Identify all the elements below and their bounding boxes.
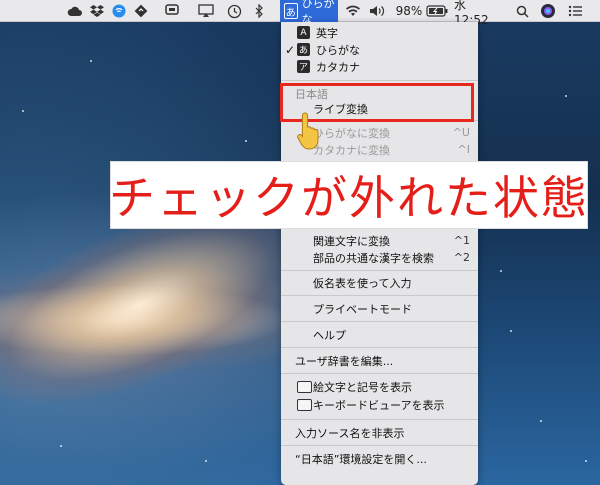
menu-item-eiji[interactable]: A 英字 (281, 24, 478, 41)
hiragana-input-icon: あ (297, 43, 310, 56)
menu-item-kana-table[interactable]: 仮名表を使って入力 (281, 274, 478, 291)
menu-separator (281, 295, 478, 296)
menu-item-show-keyboard-viewer[interactable]: キーボードビューアを表示 (281, 396, 478, 413)
menu-item-label: ひらがな (316, 43, 360, 57)
input-method-menu[interactable]: あ ひらがな (280, 0, 338, 26)
pointing-hand-icon (296, 111, 320, 155)
siri-icon[interactable] (539, 0, 557, 22)
menu-separator (281, 347, 478, 348)
alphabet-input-icon: A (297, 26, 310, 39)
menu-item-label: ユーザ辞書を編集... (295, 354, 394, 368)
star (500, 270, 502, 272)
annotation-text: チェックが外れた状態 (109, 171, 589, 225)
menu-item-katakana[interactable]: ア カタカナ (281, 58, 478, 75)
shortcut: ^2 (453, 251, 470, 264)
menu-item-open-preferences[interactable]: “日本語”環境設定を開く... (281, 450, 478, 467)
menu-item-label: プライベートモード (313, 302, 412, 316)
menu-item-show-emoji[interactable]: 絵文字と記号を表示 (281, 378, 478, 395)
volume-icon[interactable] (368, 0, 388, 22)
star (90, 60, 92, 62)
diamond-icon[interactable] (132, 0, 150, 22)
menu-separator (281, 373, 478, 374)
battery-icon[interactable] (426, 0, 448, 22)
cloud-icon[interactable] (66, 0, 84, 22)
menu-item-label: 絵文字と記号を表示 (313, 380, 412, 394)
star (510, 330, 512, 332)
menu-item-private-mode[interactable]: プライベートモード (281, 300, 478, 317)
dropbox-icon[interactable] (88, 0, 106, 22)
menu-item-label: カタカナに変換 (313, 143, 390, 157)
clock[interactable]: 水 12:52 (454, 0, 504, 27)
star (245, 140, 247, 142)
menu-item-label: “日本語”環境設定を開く... (295, 452, 427, 466)
spotlight-search-icon[interactable] (513, 0, 531, 22)
screen-mirroring-icon[interactable] (162, 0, 182, 22)
shortcut: ^U (452, 126, 470, 139)
wifi-icon[interactable] (343, 0, 363, 22)
emoji-viewer-icon (297, 380, 312, 393)
menu-item-search-kanji-parts[interactable]: 部品の共通な漢字を検索 ^2 (281, 249, 478, 266)
notification-center-icon[interactable] (566, 0, 584, 22)
checkmark-icon: ✓ (285, 42, 296, 57)
menu-item-label: 仮名表を使って入力 (313, 276, 412, 290)
menu-separator (281, 419, 478, 420)
menu-item-label: キーボードビューアを表示 (313, 398, 445, 412)
vpn-icon[interactable] (110, 0, 128, 22)
menu-separator (281, 321, 478, 322)
menu-item-label: 入力ソース名を非表示 (295, 426, 405, 440)
star (585, 460, 587, 462)
menu-bar: あ ひらがな 98% 水 12:52 (0, 0, 600, 27)
hiragana-input-icon: あ (284, 3, 298, 19)
menu-item-edit-dictionary[interactable]: ユーザ辞書を編集... (281, 352, 478, 369)
menu-separator (281, 80, 478, 81)
menu-item-label: ひらがなに変換 (313, 126, 390, 140)
menu-item-label: 英字 (316, 26, 338, 40)
menu-item-label: カタカナ (316, 60, 360, 74)
shortcut: ^1 (453, 234, 470, 247)
annotation-banner: チェックが外れた状態 (109, 162, 589, 228)
menu-separator (281, 270, 478, 271)
battery-percentage[interactable]: 98% (394, 0, 424, 22)
time-machine-icon[interactable] (225, 0, 243, 22)
menu-item-label: ヘルプ (313, 328, 346, 342)
menu-item-label: 関連文字に変換 (313, 234, 390, 248)
menu-item-hiragana[interactable]: ✓ あ ひらがな (281, 41, 478, 58)
star (60, 445, 62, 447)
menu-item-hide-input-source-name[interactable]: 入力ソース名を非表示 (281, 424, 478, 441)
katakana-input-icon: ア (297, 60, 310, 73)
airplay-icon[interactable] (196, 0, 216, 22)
star (540, 420, 542, 422)
bluetooth-icon[interactable] (252, 0, 266, 22)
keyboard-icon (297, 398, 312, 411)
shortcut: ^I (457, 143, 470, 156)
star (205, 460, 207, 462)
star (565, 95, 567, 97)
menu-item-related-chars[interactable]: 関連文字に変換 ^1 (281, 232, 478, 249)
menu-separator (281, 445, 478, 446)
star (22, 110, 24, 112)
menu-item-help[interactable]: ヘルプ (281, 326, 478, 343)
menu-item-label: 部品の共通な漢字を検索 (313, 251, 434, 265)
